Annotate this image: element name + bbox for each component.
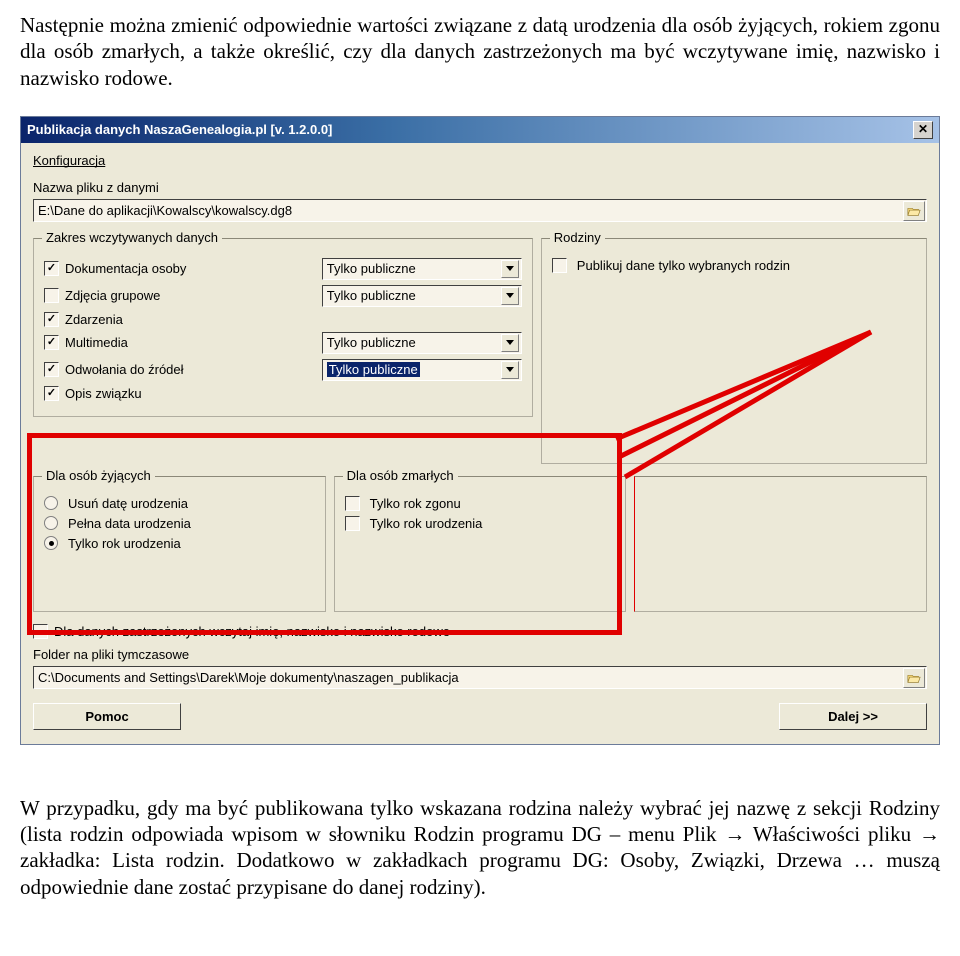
row-dokumentacja: Dokumentacja osoby Tylko publiczne bbox=[44, 258, 522, 280]
checkbox-rodziny[interactable] bbox=[552, 258, 567, 273]
annotation-box bbox=[27, 433, 622, 635]
file-path-label: Nazwa pliku z danymi bbox=[33, 180, 927, 195]
checkbox-dokumentacja[interactable] bbox=[44, 261, 59, 276]
window-title: Publikacja danych NaszaGenealogia.pl [v.… bbox=[27, 122, 332, 137]
checkbox-zdjecia[interactable] bbox=[44, 288, 59, 303]
groupbox-rodziny-title: Rodziny bbox=[550, 230, 605, 245]
browse-file-button[interactable] bbox=[903, 201, 925, 221]
label-opis: Opis związku bbox=[65, 386, 142, 401]
folder-open-icon bbox=[907, 205, 921, 217]
chevron-down-icon[interactable] bbox=[501, 334, 519, 352]
row-zdjecia: Zdjęcia grupowe Tylko publiczne bbox=[44, 285, 522, 307]
dropdown-dokumentacja[interactable]: Tylko publiczne bbox=[322, 258, 522, 280]
dropdown-zdjecia[interactable]: Tylko publiczne bbox=[322, 285, 522, 307]
checkbox-multimedia[interactable] bbox=[44, 335, 59, 350]
row-multimedia: Multimedia Tylko publiczne bbox=[44, 332, 522, 354]
dialog-window: Publikacja danych NaszaGenealogia.pl [v.… bbox=[20, 116, 940, 745]
row-opis: Opis związku bbox=[44, 386, 522, 401]
groupbox-zakres: Zakres wczytywanych danych Dokumentacja … bbox=[33, 238, 533, 417]
chevron-down-icon[interactable] bbox=[501, 361, 519, 379]
checkbox-odwolania[interactable] bbox=[44, 362, 59, 377]
chevron-down-icon[interactable] bbox=[501, 260, 519, 278]
row-odwolania: Odwołania do źródeł Tylko publiczne bbox=[44, 359, 522, 381]
label-zdarzenia: Zdarzenia bbox=[65, 312, 123, 327]
caption-paragraph: W przypadku, gdy ma być publikowana tylk… bbox=[0, 765, 960, 912]
browse-temp-button[interactable] bbox=[903, 668, 925, 688]
groupbox-zakres-title: Zakres wczytywanych danych bbox=[42, 230, 222, 245]
label-zdjecia: Zdjęcia grupowe bbox=[65, 288, 160, 303]
label-multimedia: Multimedia bbox=[65, 335, 128, 350]
dropdown-odwolania[interactable]: Tylko publiczne bbox=[322, 359, 522, 381]
row-zdarzenia: Zdarzenia bbox=[44, 312, 522, 327]
chevron-down-icon[interactable] bbox=[501, 287, 519, 305]
groupbox-empty bbox=[634, 476, 927, 612]
intro-paragraph: Następnie można zmienić odpowiednie wart… bbox=[0, 0, 960, 116]
checkbox-opis[interactable] bbox=[44, 386, 59, 401]
label-dokumentacja: Dokumentacja osoby bbox=[65, 261, 186, 276]
temp-folder-label: Folder na pliki tymczasowe bbox=[33, 647, 927, 662]
temp-folder-input[interactable]: C:\Documents and Settings\Darek\Moje dok… bbox=[33, 666, 927, 689]
next-button[interactable]: Dalej >> bbox=[779, 703, 927, 730]
label-rodziny-check: Publikuj dane tylko wybranych rodzin bbox=[577, 258, 790, 273]
titlebar: Publikacja danych NaszaGenealogia.pl [v.… bbox=[21, 117, 939, 143]
help-button[interactable]: Pomoc bbox=[33, 703, 181, 730]
folder-open-icon bbox=[907, 672, 921, 684]
close-icon[interactable]: ✕ bbox=[913, 121, 933, 139]
groupbox-rodziny: Rodziny Publikuj dane tylko wybranych ro… bbox=[541, 238, 927, 464]
row-rodziny-check: Publikuj dane tylko wybranych rodzin bbox=[552, 258, 916, 273]
checkbox-zdarzenia[interactable] bbox=[44, 312, 59, 327]
menubar-item[interactable]: Konfiguracja bbox=[29, 149, 931, 178]
label-odwolania: Odwołania do źródeł bbox=[65, 362, 184, 377]
file-path-input[interactable]: E:\Dane do aplikacji\Kowalscy\kowalscy.d… bbox=[33, 199, 927, 222]
dropdown-multimedia[interactable]: Tylko publiczne bbox=[322, 332, 522, 354]
